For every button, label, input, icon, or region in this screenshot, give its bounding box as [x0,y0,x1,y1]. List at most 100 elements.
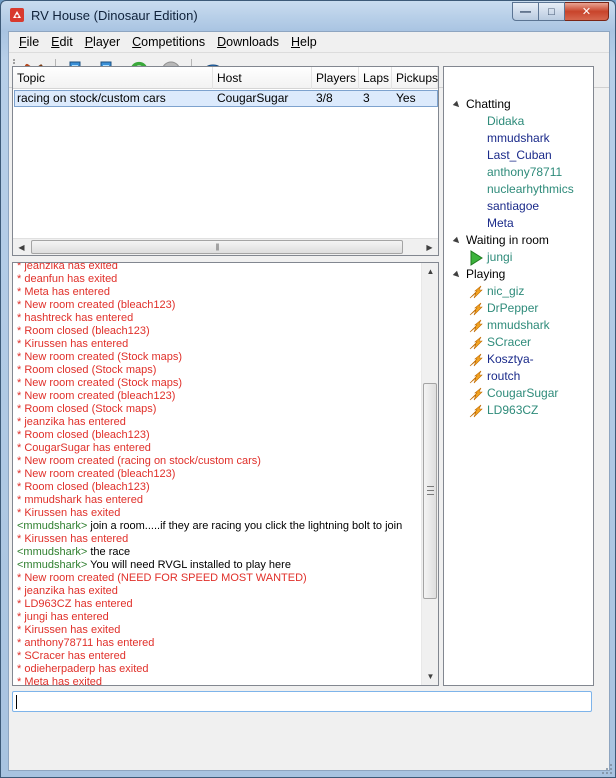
system-message: * deanfun has exited [17,273,118,285]
group-label: Playing [466,267,506,281]
racing-lightning-icon [469,404,483,418]
system-message: * jeanzika has entered [17,416,126,428]
room-host: CougarSugar [217,91,289,105]
menu-bar: File Edit Player Competitions Downloads … [9,32,609,52]
chat-nick[interactable]: <mmudshark> [17,520,87,532]
expand-triangle-icon[interactable] [452,270,462,280]
chat-nick[interactable]: <mmudshark> [17,546,87,558]
user-name: routch [487,369,521,383]
column-header-pickups[interactable]: Pickups [392,67,438,89]
minimize-icon: — [520,5,531,18]
room-players: 3/8 [316,91,333,105]
menu-file[interactable]: File [13,35,45,49]
system-message: * Kirussen has entered [17,338,129,350]
system-message: * jeanzika has exited [17,262,118,272]
system-message: * New room created (Stock maps) [17,377,183,389]
system-message: * SCracer has entered [17,650,126,662]
window-title: RV House (Dinosaur Edition) [31,8,198,23]
horizontal-scroll-thumb[interactable]: ||| [31,240,403,254]
room-laps: 3 [363,91,370,105]
racing-lightning-icon [469,370,483,384]
racing-lightning-icon [469,319,483,333]
column-header-laps[interactable]: Laps [359,67,392,89]
system-message: * Room closed (Stock maps) [17,403,157,415]
system-message: * Meta has entered [17,286,110,298]
system-message: * New room created (bleach123) [17,299,176,311]
resize-grip-icon[interactable] [601,763,613,775]
room-list: Topic Host Players Laps Pickups racing o… [12,66,439,256]
system-message: * jeanzika has exited [17,585,118,597]
menu-competitions[interactable]: Competitions [126,35,211,49]
scroll-left-icon[interactable]: ◀ [13,239,30,256]
system-message: * Kirussen has exited [17,624,121,636]
column-header-host[interactable]: Host [213,67,312,89]
user-name: CougarSugar [487,386,559,400]
room-row[interactable]: racing on stock/custom cars CougarSugar … [14,90,438,107]
scroll-down-icon[interactable]: ▼ [422,668,438,685]
title-bar[interactable]: RV House (Dinosaur Edition) — □ ✕ [1,1,615,31]
chat-log-vertical-scrollbar[interactable]: ▲ ▼ [421,263,438,685]
user-name: LD963CZ [487,403,539,417]
expand-triangle-icon[interactable] [452,100,462,110]
user-name: DrPepper [487,301,539,315]
menu-player[interactable]: Player [79,35,126,49]
column-header-players[interactable]: Players [312,67,359,89]
room-list-horizontal-scrollbar[interactable]: ◀ ||| ▶ [13,238,438,255]
system-message: * New room created (NEED FOR SPEED MOST … [17,572,307,584]
maximize-icon: □ [548,5,555,18]
scroll-right-icon[interactable]: ▶ [421,239,438,256]
user-name: SCracer [487,335,532,349]
app-window: RV House (Dinosaur Edition) — □ ✕ File E… [0,0,616,778]
racing-lightning-icon [469,387,483,401]
user-name: Meta [487,216,514,230]
chat-message: <mmudshark> You will need RVGL installed… [17,559,417,572]
chat-message: <mmudshark> join a room.....if they are … [17,520,417,533]
chat-message: <mmudshark> the race [17,546,417,559]
menu-help[interactable]: Help [285,35,323,49]
close-button[interactable]: ✕ [565,2,609,21]
app-icon [10,8,24,22]
menu-edit[interactable]: Edit [45,35,79,49]
user-name: nuclearhythmics [487,182,574,196]
user-name: Last_Cuban [487,148,552,162]
racing-lightning-icon [469,353,483,367]
room-pickups: Yes [396,91,416,105]
menu-downloads[interactable]: Downloads [211,35,285,49]
user-name: santiagoe [487,199,540,213]
waiting-play-icon [470,250,483,266]
group-label: Waiting in room [466,233,549,247]
system-message: * Kirussen has exited [17,507,121,519]
chat-log-lines: * jeanzika has exited * deanfun has exite… [17,262,417,685]
system-message: * New room created (bleach123) [17,468,176,480]
room-topic: racing on stock/custom cars [17,91,166,105]
racing-lightning-icon [469,336,483,350]
system-message: * Room closed (Stock maps) [17,364,157,376]
user-list: Chatting Didaka mmudshark Last_Cuban anthony… [443,66,594,686]
system-message: * odieherpaderp has exited [17,663,149,675]
chat-text: the race [87,546,131,558]
vertical-scroll-thumb[interactable] [423,383,437,599]
close-icon: ✕ [581,6,592,18]
system-message: * hashtreck has entered [17,312,134,324]
system-message: * Room closed (bleach123) [17,481,150,493]
expand-triangle-icon[interactable] [452,236,462,246]
user-name: nic_giz [487,284,525,298]
minimize-button[interactable]: — [512,2,539,21]
system-message: * New room created (racing on stock/cust… [17,455,261,467]
racing-lightning-icon [469,302,483,316]
system-message: * Room closed (bleach123) [17,429,150,441]
system-message: * New room created (bleach123) [17,390,176,402]
user-name: mmudshark [487,131,550,145]
column-header-topic[interactable]: Topic [13,67,213,89]
chat-nick[interactable]: <mmudshark> [17,559,87,571]
racing-lightning-icon [469,285,483,299]
chat-input[interactable] [12,691,592,712]
system-message: * LD963CZ has entered [17,598,133,610]
scroll-up-icon[interactable]: ▲ [422,263,438,280]
maximize-button[interactable]: □ [539,2,565,21]
user-name: Didaka [487,114,525,128]
system-message: * CougarSugar has entered [17,442,151,454]
system-message: * Kirussen has entered [17,533,129,545]
user-name: Kosztya- [487,352,534,366]
system-message: * Room closed (bleach123) [17,325,150,337]
